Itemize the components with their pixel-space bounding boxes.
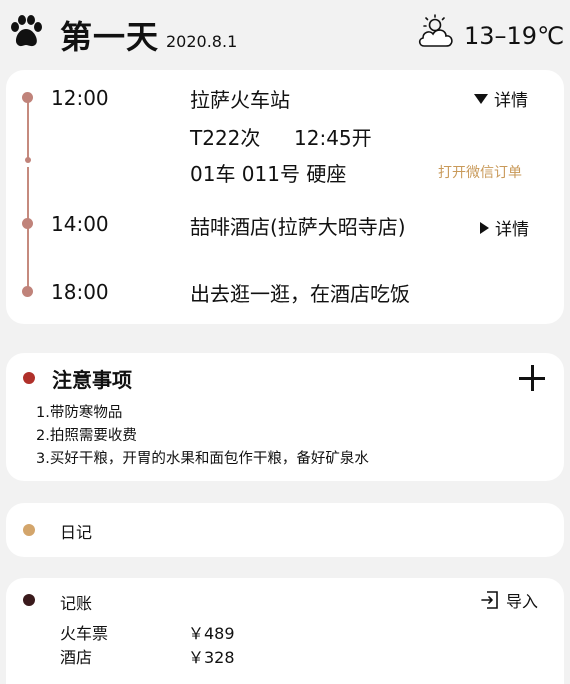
triangle-right-icon <box>480 221 489 234</box>
import-button[interactable]: 导入 <box>480 588 538 612</box>
train-number: T222次 <box>190 126 261 150</box>
event-time: 12:00 <box>51 86 109 110</box>
note-item: 1.带防寒物品 <box>36 405 123 421</box>
notes-card: 注意事项 1.带防寒物品 2.拍照需要收费 3.买好干粮，开胃的水果和面包作干粮… <box>6 353 564 481</box>
expense-name: 火车票 <box>60 624 109 643</box>
timeline-dot <box>22 218 33 229</box>
section-dot <box>23 372 35 384</box>
page-title: 第一天 <box>60 18 160 56</box>
day-header: 第一天 2020.8.1 13–19℃ <box>0 0 570 70</box>
event-place: 拉萨火车站 <box>190 88 290 112</box>
partly-cloudy-icon <box>418 14 453 47</box>
paw-icon <box>11 15 42 47</box>
seat-info: 01车 011号 硬座 <box>190 162 347 186</box>
timeline-line <box>27 167 29 219</box>
detail-toggle-collapsed[interactable]: 详情 <box>480 215 529 240</box>
accounts-card: 记账 导入 火车票 ￥489 酒店 ￥328 <box>6 578 564 684</box>
detail-label: 详情 <box>494 91 528 111</box>
section-dot <box>23 524 35 536</box>
import-label: 导入 <box>506 592 539 611</box>
open-wechat-order-link[interactable]: 打开微信订单 <box>438 162 522 182</box>
expense-amount: ￥328 <box>188 648 235 667</box>
expense-amount: ￥489 <box>188 624 235 643</box>
add-note-button[interactable] <box>519 365 545 391</box>
event-place: 出去逛一逛，在酒店吃饭 <box>190 282 410 306</box>
event-time: 14:00 <box>51 212 109 236</box>
note-item: 3.买好干粮，开胃的水果和面包作干粮，备好矿泉水 <box>36 451 369 467</box>
notes-title: 注意事项 <box>52 368 132 392</box>
timeline-line <box>27 228 29 292</box>
diary-title: 日记 <box>60 523 93 542</box>
expense-name: 酒店 <box>60 648 93 667</box>
timeline-line <box>27 99 29 159</box>
diary-card[interactable]: 日记 <box>6 503 564 557</box>
section-dot <box>23 594 35 606</box>
accounts-title: 记账 <box>60 594 93 613</box>
itinerary-card: 12:00 拉萨火车站 详情 T222次 12:45开 01车 011号 硬座 … <box>6 70 564 324</box>
detail-toggle-expanded[interactable]: 详情 <box>474 86 528 111</box>
trip-date: 2020.8.1 <box>166 32 238 51</box>
note-item: 2.拍照需要收费 <box>36 428 137 444</box>
event-place: 喆啡酒店(拉萨大昭寺店) <box>190 215 406 239</box>
depart-time: 12:45开 <box>294 126 372 150</box>
temperature: 13–19℃ <box>464 22 565 50</box>
timeline-dot <box>22 286 33 297</box>
timeline-dot <box>22 92 33 103</box>
timeline-dot <box>25 157 31 163</box>
detail-label: 详情 <box>495 220 529 240</box>
import-icon <box>481 591 498 609</box>
triangle-down-icon <box>474 93 488 104</box>
event-time: 18:00 <box>51 280 109 304</box>
